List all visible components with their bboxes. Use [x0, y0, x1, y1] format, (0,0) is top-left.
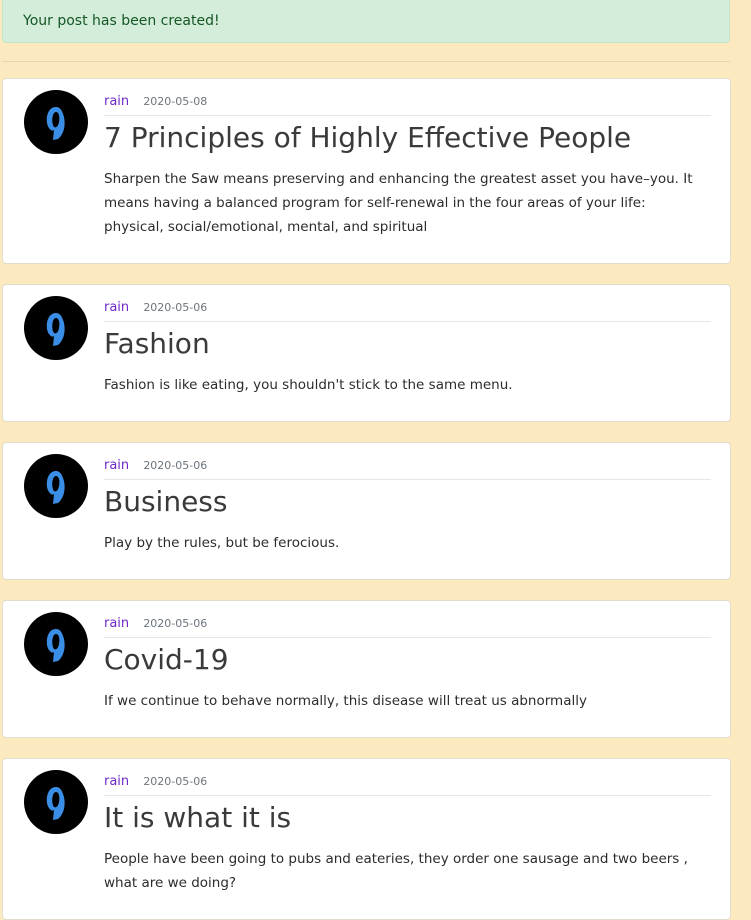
- author-link[interactable]: rain: [104, 300, 129, 315]
- post-date: 2020-05-08: [143, 95, 208, 108]
- user-avatar-icon[interactable]: [24, 770, 88, 834]
- alert-message: Your post has been created!: [23, 13, 220, 29]
- post-title[interactable]: Covid-19: [104, 641, 711, 679]
- post-date: 2020-05-06: [143, 617, 208, 630]
- post-meta: rain 2020-05-06: [104, 773, 711, 796]
- post-content: Play by the rules, but be ferocious.: [104, 535, 340, 551]
- post-content: Fashion is like eating, you shouldn't st…: [104, 377, 513, 393]
- divider: [2, 61, 730, 62]
- author-link[interactable]: rain: [104, 458, 129, 473]
- post-content: Sharpen the Saw means preserving and enh…: [104, 171, 693, 235]
- page: Your post has been created! rain 2020-05…: [0, 0, 751, 920]
- author-link[interactable]: rain: [104, 94, 129, 109]
- post-card: rain 2020-05-06 Fashion Fashion is like …: [2, 284, 731, 422]
- post-title[interactable]: It is what it is: [104, 799, 711, 837]
- post-date: 2020-05-06: [143, 459, 208, 472]
- user-avatar-icon[interactable]: [24, 296, 88, 360]
- post-card: rain 2020-05-06 Covid-19 If we continue …: [2, 600, 731, 738]
- post-content: People have been going to pubs and eater…: [104, 851, 688, 891]
- post-content: If we continue to behave normally, this …: [104, 693, 587, 709]
- post-title[interactable]: 7 Principles of Highly Effective People: [104, 119, 711, 157]
- post-card: rain 2020-05-06 It is what it is People …: [2, 758, 731, 920]
- post-card: rain 2020-05-06 Business Play by the rul…: [2, 442, 731, 580]
- post-meta: rain 2020-05-06: [104, 615, 711, 638]
- post-card: rain 2020-05-08 7 Principles of Highly E…: [2, 78, 731, 264]
- user-avatar-icon[interactable]: [24, 612, 88, 676]
- author-link[interactable]: rain: [104, 774, 129, 789]
- post-title[interactable]: Business: [104, 483, 711, 521]
- post-title[interactable]: Fashion: [104, 325, 711, 363]
- author-link[interactable]: rain: [104, 616, 129, 631]
- user-avatar-icon[interactable]: [24, 90, 88, 154]
- post-date: 2020-05-06: [143, 301, 208, 314]
- user-avatar-icon[interactable]: [24, 454, 88, 518]
- post-meta: rain 2020-05-08: [104, 93, 711, 116]
- post-meta: rain 2020-05-06: [104, 299, 711, 322]
- post-meta: rain 2020-05-06: [104, 457, 711, 480]
- post-date: 2020-05-06: [143, 775, 208, 788]
- success-alert: Your post has been created!: [2, 0, 730, 43]
